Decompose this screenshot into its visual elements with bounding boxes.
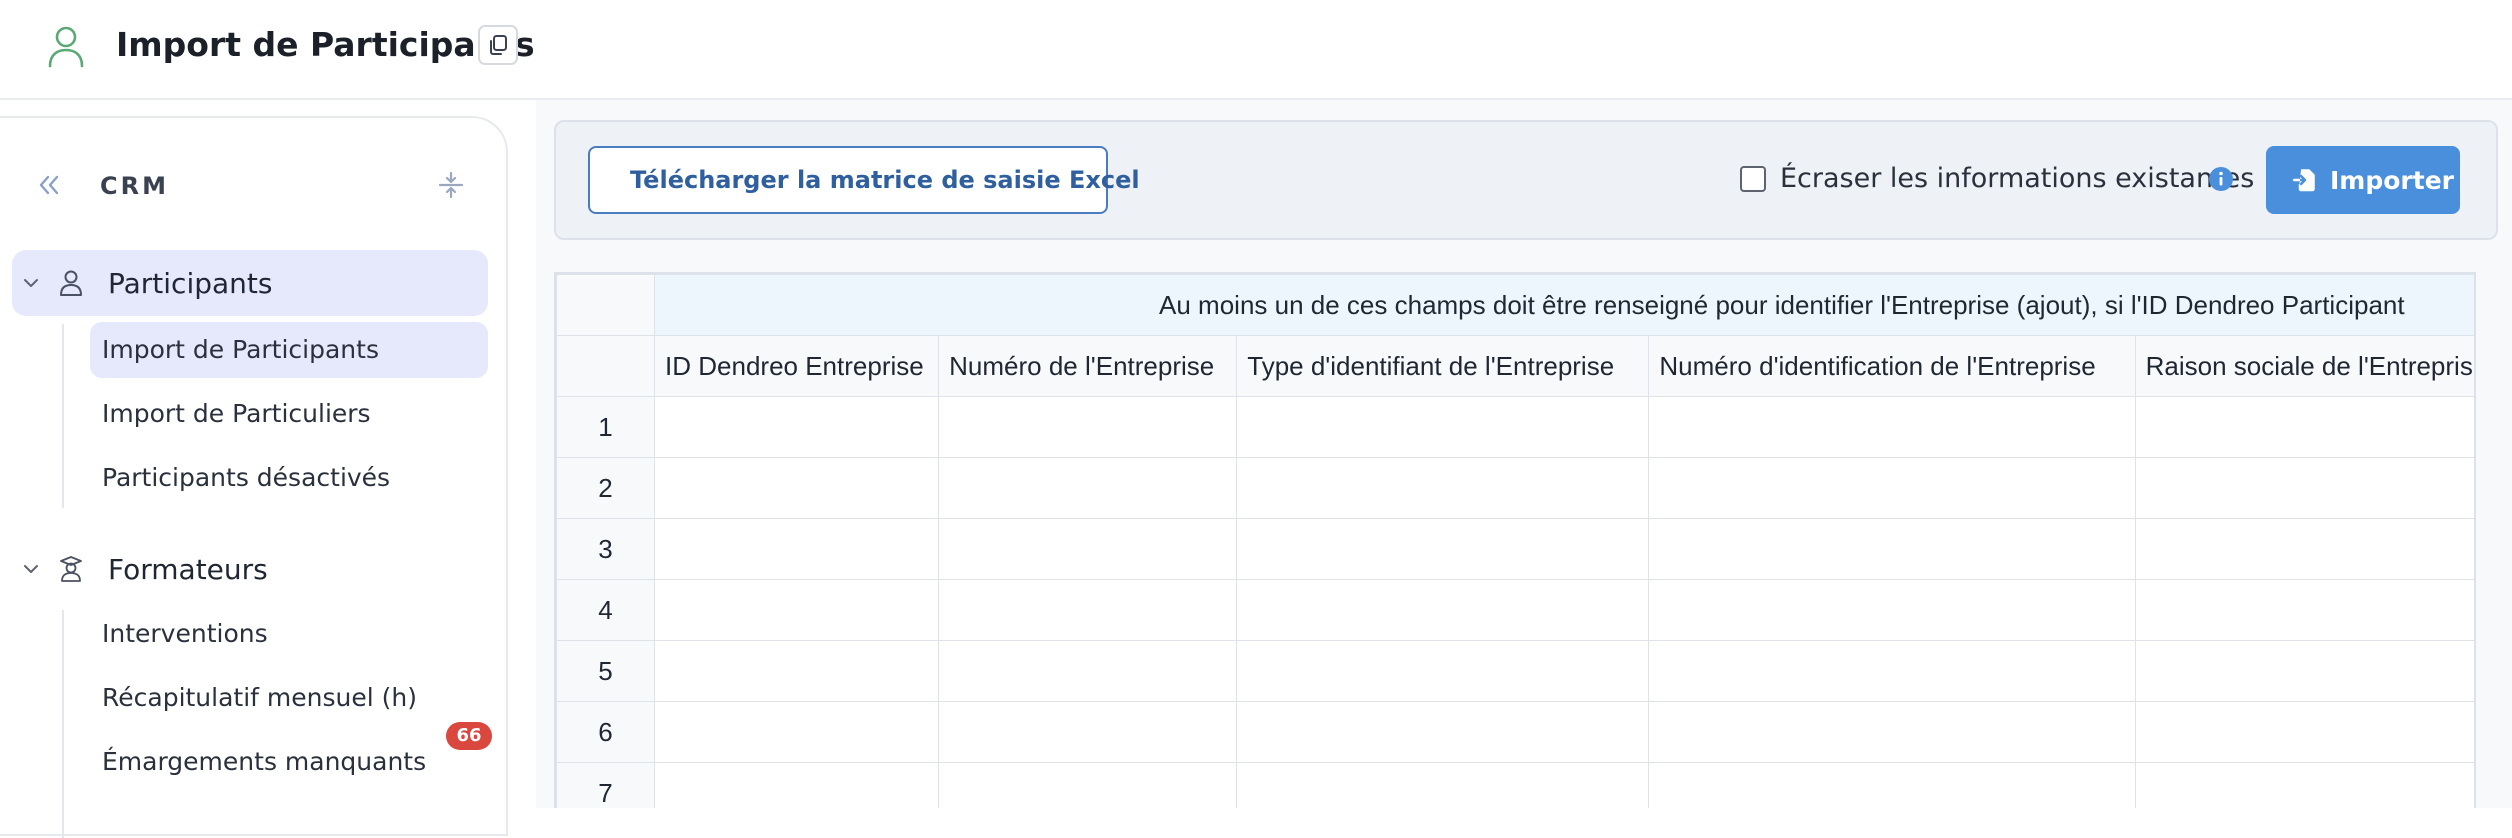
user-icon: [48, 26, 84, 68]
column-header-type-identifiant[interactable]: Type d'identifiant de l'Entreprise: [1236, 335, 1650, 397]
import-button-label: Importer: [2330, 165, 2454, 195]
row-number: 4: [556, 579, 656, 641]
chevron-down-icon: [24, 565, 38, 573]
copy-icon: [490, 35, 507, 55]
sidebar-item-import-particuliers[interactable]: Import de Particuliers: [90, 386, 371, 442]
sidebar-group-label: Participants: [108, 266, 273, 300]
tree-line: [62, 610, 64, 838]
column-header-raison-sociale[interactable]: Raison sociale de l'Entreprise: [2134, 335, 2474, 397]
grid-cell[interactable]: [1236, 457, 1650, 519]
teacher-icon: [60, 556, 82, 582]
sidebar-section-title: CRM: [100, 172, 169, 200]
grid-cell[interactable]: [1648, 518, 2136, 580]
person-icon: [60, 270, 82, 296]
row-number: 6: [556, 701, 656, 763]
grid-cell[interactable]: [2134, 457, 2474, 519]
grid-cell[interactable]: [938, 640, 1238, 702]
spreadsheet-table: Au moins un de ces champs doit être rens…: [556, 274, 2474, 808]
grid-cell[interactable]: [938, 518, 1238, 580]
top-header: Import de Participants: [0, 0, 2512, 100]
overwrite-checkbox[interactable]: [1740, 166, 1766, 192]
grid-cell[interactable]: [1648, 640, 2136, 702]
sidebar-item-participants-desactives[interactable]: Participants désactivés: [90, 450, 390, 506]
column-header-numero-entreprise[interactable]: Numéro de l'Entreprise: [938, 335, 1238, 397]
chevron-down-icon: [24, 279, 38, 287]
grid-corner: [556, 274, 656, 336]
grid-cell[interactable]: [2134, 579, 2474, 641]
grid-cell[interactable]: [2134, 640, 2474, 702]
grid-group-header: Au moins un de ces champs doit être rens…: [654, 274, 2474, 336]
table-row: 4: [556, 579, 2474, 641]
row-number: 7: [556, 762, 656, 808]
table-row: 1: [556, 396, 2474, 458]
download-template-button[interactable]: Télécharger la matrice de saisie Excel: [588, 146, 1140, 214]
table-row: 5: [556, 640, 2474, 702]
row-number: 5: [556, 640, 656, 702]
grid-cell[interactable]: [1648, 579, 2136, 641]
grid-cell[interactable]: [1236, 518, 1650, 580]
grid-cell[interactable]: [654, 762, 940, 808]
row-number: 3: [556, 518, 656, 580]
grid-cell[interactable]: [1236, 701, 1650, 763]
grid-cell[interactable]: [938, 701, 1238, 763]
grid-cell[interactable]: [654, 457, 940, 519]
grid-cell[interactable]: [1648, 762, 2136, 808]
import-grid[interactable]: Au moins un de ces champs doit être rens…: [554, 272, 2476, 808]
grid-cell[interactable]: [1648, 457, 2136, 519]
count-badge: 66: [446, 722, 492, 750]
grid-cell[interactable]: [654, 518, 940, 580]
grid-cell[interactable]: [1236, 396, 1650, 458]
row-number: 2: [556, 457, 656, 519]
sidebar-group-participants[interactable]: Participants: [12, 250, 488, 316]
grid-cell[interactable]: [1236, 762, 1650, 808]
column-header-id-dendreo-entreprise[interactable]: ID Dendreo Entreprise: [654, 335, 940, 397]
page-title: Import de Participants: [116, 25, 535, 64]
grid-cell[interactable]: [1236, 640, 1650, 702]
column-header-numero-identification[interactable]: Numéro d'identification de l'Entreprise: [1648, 335, 2136, 397]
download-template-label: Télécharger la matrice de saisie Excel: [630, 166, 1140, 194]
copy-button[interactable]: [478, 25, 518, 65]
grid-cell[interactable]: [654, 396, 940, 458]
table-row: 2: [556, 457, 2474, 519]
overwrite-label[interactable]: Écraser les informations existantes: [1780, 160, 2254, 198]
sidebar: CRM Participants Import de Participants …: [0, 116, 508, 838]
grid-cell[interactable]: [938, 762, 1238, 808]
group-header-row: Au moins un de ces champs doit être rens…: [556, 274, 2474, 336]
sidebar-item-emargements-manquants[interactable]: Émargements manquants: [90, 734, 426, 790]
sidebar-item-import-participants[interactable]: Import de Participants: [90, 322, 488, 378]
grid-cell[interactable]: [1236, 579, 1650, 641]
table-row: 3: [556, 518, 2474, 580]
tree-line: [62, 324, 64, 508]
grid-cell[interactable]: [938, 579, 1238, 641]
compress-vertical-icon[interactable]: [436, 170, 466, 200]
grid-cell[interactable]: [2134, 518, 2474, 580]
sidebar-item-recapitulatif-mensuel[interactable]: Récapitulatif mensuel (h): [90, 670, 417, 726]
grid-cell[interactable]: [938, 396, 1238, 458]
grid-cell[interactable]: [654, 579, 940, 641]
grid-cell[interactable]: [2134, 701, 2474, 763]
file-import-icon: [2292, 169, 2315, 192]
grid-cell[interactable]: [2134, 762, 2474, 808]
grid-cell[interactable]: [654, 640, 940, 702]
sidebar-item-interventions[interactable]: Interventions: [90, 606, 268, 662]
column-header-row: ID Dendreo Entreprise Numéro de l'Entrep…: [556, 335, 2474, 397]
row-number: 1: [556, 396, 656, 458]
grid-cell[interactable]: [2134, 396, 2474, 458]
sidebar-group-formateurs[interactable]: Formateurs: [12, 536, 488, 602]
grid-cell[interactable]: [654, 701, 940, 763]
sidebar-group-label: Formateurs: [108, 552, 268, 586]
grid-cell[interactable]: [1648, 396, 2136, 458]
grid-cell[interactable]: [938, 457, 1238, 519]
table-row: 7: [556, 762, 2474, 808]
import-button[interactable]: Importer: [2266, 146, 2460, 214]
table-row: 6: [556, 701, 2474, 763]
info-icon[interactable]: [2208, 166, 2234, 192]
grid-corner: [556, 335, 656, 397]
grid-cell[interactable]: [1648, 701, 2136, 763]
double-chevron-left-icon[interactable]: [34, 170, 64, 200]
